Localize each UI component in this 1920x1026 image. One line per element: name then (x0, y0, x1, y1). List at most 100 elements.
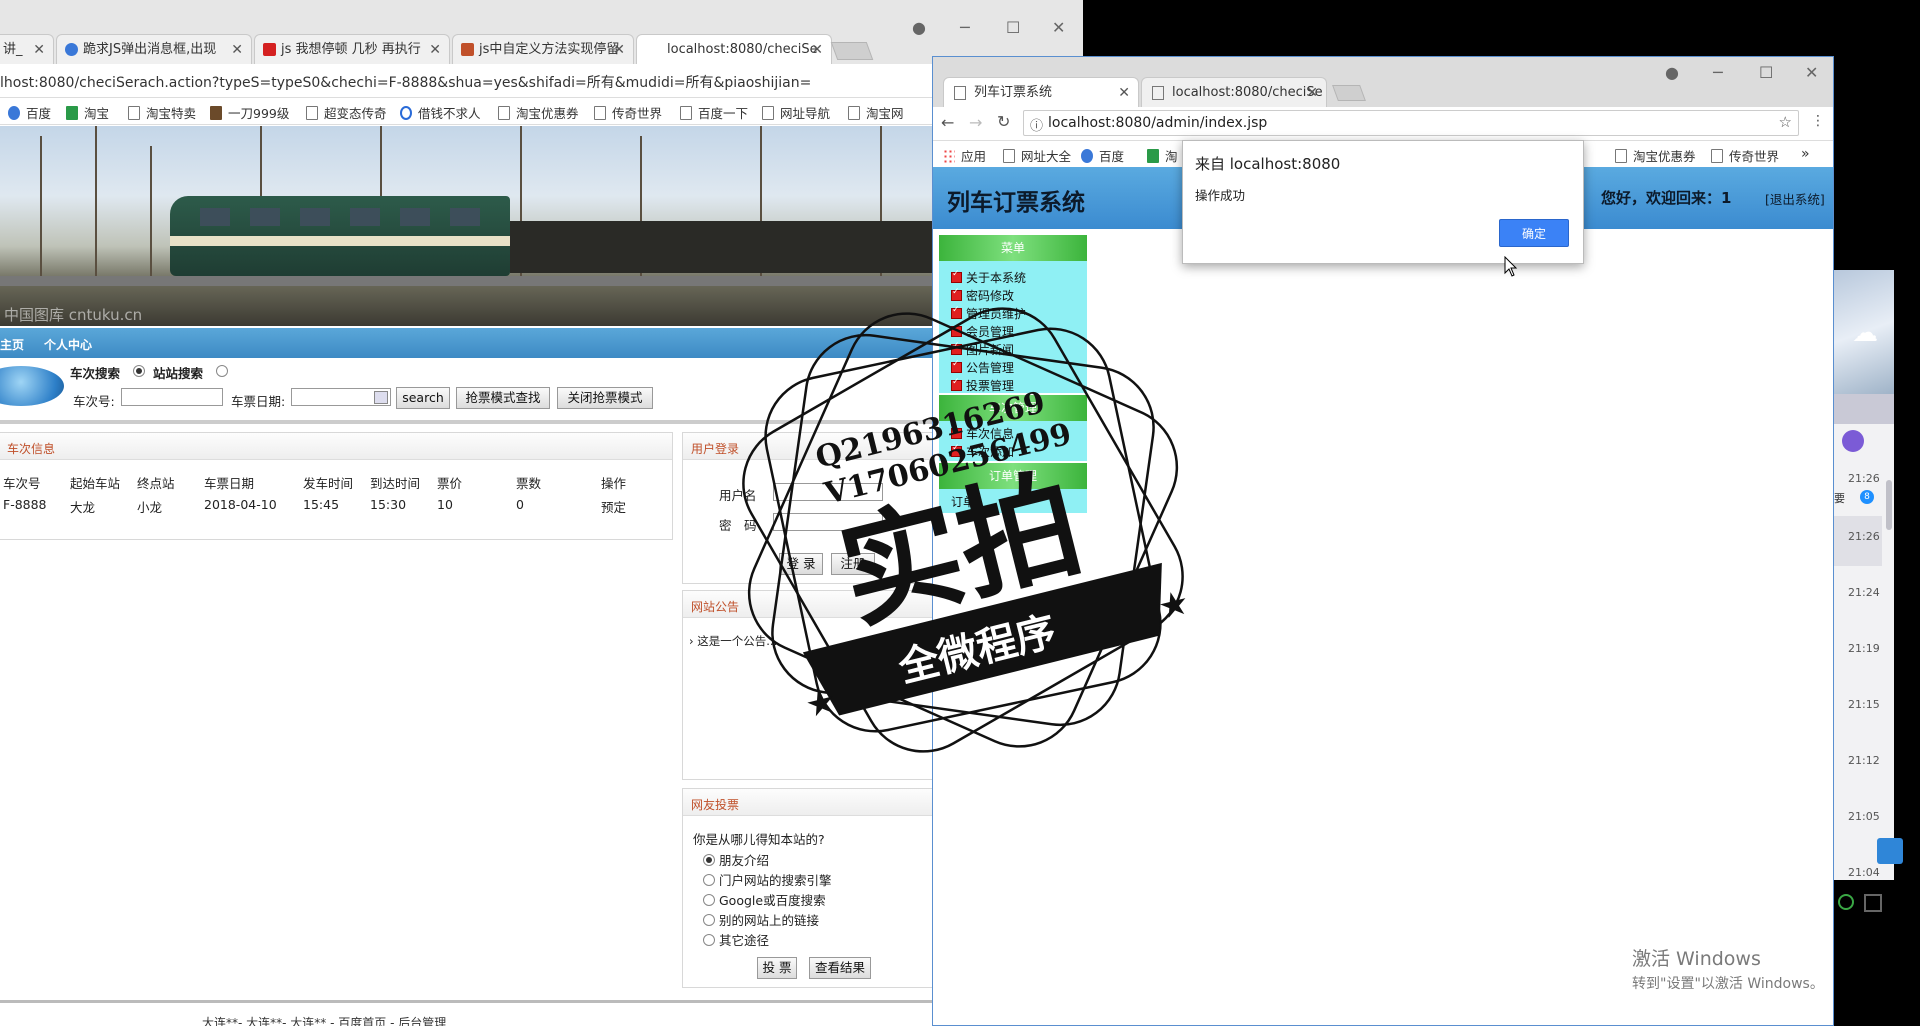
back-tab-4[interactable]: js中自定义方法实现停留 ✕ (452, 34, 634, 64)
bookmark-baidu[interactable]: 百度 (8, 103, 51, 122)
back-tab-strip: 讲_ ✕ 跪求JS弹出消息框,出现 ✕ js 我想停顿 几秒 再执行 ✕ js中自定义… (0, 0, 1083, 64)
close-icon[interactable]: ✕ (429, 35, 441, 64)
bookmark-taobao[interactable]: 淘宝 (66, 103, 109, 122)
reserve-link[interactable]: 预定 (601, 497, 626, 516)
profile-icon[interactable]: ● (912, 18, 926, 37)
menu-item[interactable]: 车次信息 (951, 425, 1014, 442)
username-label: 用户名 (719, 488, 757, 503)
cloud-sync-icon[interactable] (1877, 838, 1903, 864)
nav-personal-center[interactable]: 个人中心 (44, 336, 92, 353)
notice-item[interactable]: › 这是一个公告... (689, 633, 777, 649)
close-icon[interactable]: ✕ (1306, 78, 1318, 107)
url-field[interactable]: ⓘ localhost:8080/admin/index.jsp ☆ (1023, 110, 1799, 136)
menu-item[interactable]: 关于本系统 (951, 269, 1026, 286)
menu-item[interactable]: 车次添加 (951, 443, 1014, 460)
ok-button[interactable]: 确定 (1499, 219, 1569, 247)
date-input[interactable] (291, 388, 391, 406)
bookmark-baiduyixia[interactable]: 百度一下 (680, 103, 748, 122)
vote-button[interactable]: 投 票 (757, 957, 797, 979)
back-address-bar[interactable]: lhost:8080/checiSerach.action?typeS=type… (0, 64, 1083, 98)
bookmark-chuanqi[interactable]: 传奇世界 (1711, 146, 1779, 165)
menu-icon[interactable]: ⋮ (1811, 113, 1825, 129)
chat-bubble-icon[interactable] (1842, 430, 1864, 452)
menu-item[interactable]: 图片新闻 (951, 341, 1014, 358)
minimize-icon[interactable]: ─ (1713, 63, 1723, 82)
close-window-icon[interactable]: ✕ (1805, 63, 1818, 82)
reload-icon[interactable]: ↻ (997, 112, 1010, 131)
username-input[interactable] (773, 483, 883, 501)
logout-link[interactable]: [退出系统] (1765, 189, 1825, 208)
bookmark-wangzhi-daquan[interactable]: 网址大全 (1003, 146, 1071, 165)
front-tab-1[interactable]: 列车订票系统 ✕ (943, 77, 1139, 107)
train-no-input[interactable] (121, 388, 223, 406)
maximize-icon[interactable]: ☐ (1006, 18, 1020, 37)
url-text[interactable]: lhost:8080/checiSerach.action?typeS=type… (0, 72, 811, 92)
close-icon[interactable]: ✕ (33, 35, 45, 64)
play-icon[interactable] (1838, 894, 1854, 910)
page-icon (1003, 149, 1015, 163)
cell-train-no: F-8888 (3, 497, 47, 512)
grid-icon[interactable] (1864, 894, 1882, 912)
front-tab-2[interactable]: localhost:8080/checiSe ✕ (1141, 77, 1327, 107)
register-button[interactable]: 注册 (831, 553, 875, 575)
nav-home[interactable]: 主页 (0, 336, 24, 353)
bookmark-apps[interactable]: 应用 (943, 146, 986, 165)
vote-option[interactable]: 门户网站的搜索引擎 (703, 870, 832, 889)
new-tab-button[interactable] (1332, 85, 1366, 101)
station-search-radio[interactable] (216, 364, 228, 379)
tab-label: localhost:8080/checiSe (1172, 85, 1323, 100)
bookmark-taobao[interactable]: 淘 (1147, 146, 1178, 165)
close-grab-mode-button[interactable]: 关闭抢票模式 (557, 387, 653, 409)
vote-option[interactable]: 朋友介绍 (703, 850, 769, 869)
close-icon[interactable]: ✕ (811, 35, 823, 64)
bookmark-yidao[interactable]: 一刀999级 (210, 103, 289, 122)
new-tab-button[interactable] (830, 42, 874, 60)
back-tab-5[interactable]: localhost:8080/checiSe ✕ (636, 34, 832, 64)
back-tab-1[interactable]: 讲_ ✕ (0, 34, 54, 64)
bookmark-chaobian[interactable]: 超变态传奇 (306, 103, 387, 122)
close-window-icon[interactable]: ✕ (1052, 18, 1065, 37)
profile-icon[interactable]: ● (1665, 63, 1679, 82)
bookmark-label: 传奇世界 (1729, 149, 1780, 164)
search-button[interactable]: search (396, 387, 450, 409)
vote-option[interactable]: Google或百度搜索 (703, 890, 826, 909)
bookmark-chuanqi[interactable]: 传奇世界 (594, 103, 662, 122)
info-icon[interactable]: ⓘ (1030, 115, 1043, 134)
footer-links[interactable]: 大连**- 大连**- 大连** - 百度首页 - 后台管理 (202, 1014, 446, 1026)
train-search-radio[interactable] (133, 364, 145, 379)
minimize-icon[interactable]: ─ (960, 18, 970, 37)
bookmark-youhuiquan[interactable]: 淘宝优惠券 (1615, 146, 1696, 165)
forward-arrow-icon[interactable]: → (969, 113, 982, 132)
vote-option[interactable]: 其它途径 (703, 930, 769, 949)
bookmark-taobao-temai[interactable]: 淘宝特卖 (128, 103, 196, 122)
menu-item[interactable]: 订单 (951, 493, 975, 510)
close-icon[interactable]: ✕ (231, 35, 243, 64)
back-tab-3[interactable]: js 我想停顿 几秒 再执行 ✕ (254, 34, 450, 64)
maximize-icon[interactable]: ☐ (1759, 63, 1773, 82)
vote-option[interactable]: 别的网站上的链接 (703, 910, 819, 929)
star-icon[interactable]: ☆ (1779, 113, 1792, 131)
bookmark-jieqian[interactable]: 借钱不求人 (400, 103, 481, 122)
url-text[interactable]: localhost:8080/admin/index.jsp (1048, 115, 1267, 131)
bookmark-wangzhi[interactable]: 网址导航 (762, 103, 830, 122)
view-results-button[interactable]: 查看结果 (809, 957, 871, 979)
calendar-icon[interactable] (374, 391, 388, 404)
login-button[interactable]: 登 录 (779, 553, 823, 575)
bookmark-youhuiquan[interactable]: 淘宝优惠券 (498, 103, 579, 122)
bookmark-baidu[interactable]: 百度 (1081, 146, 1124, 165)
more-bookmarks-icon[interactable]: » (1801, 146, 1810, 162)
close-icon[interactable]: ✕ (613, 35, 625, 64)
menu-item[interactable]: 会员管理 (951, 323, 1014, 340)
back-tab-2[interactable]: 跪求JS弹出消息框,出现 ✕ (56, 34, 252, 64)
page-icon (1152, 86, 1164, 100)
menu-item[interactable]: 公告管理 (951, 359, 1014, 376)
scrollbar[interactable] (1886, 480, 1892, 530)
bookmark-taobaowang[interactable]: 淘宝网 (848, 103, 904, 122)
password-input[interactable] (773, 513, 883, 531)
back-arrow-icon[interactable]: ← (941, 113, 954, 132)
menu-item[interactable]: 投票管理 (951, 377, 1014, 394)
close-icon[interactable]: ✕ (1118, 78, 1130, 107)
menu-item[interactable]: 管理员维护 (951, 305, 1026, 322)
menu-item[interactable]: 密码修改 (951, 287, 1014, 304)
grab-ticket-find-button[interactable]: 抢票模式查找 (456, 387, 550, 409)
